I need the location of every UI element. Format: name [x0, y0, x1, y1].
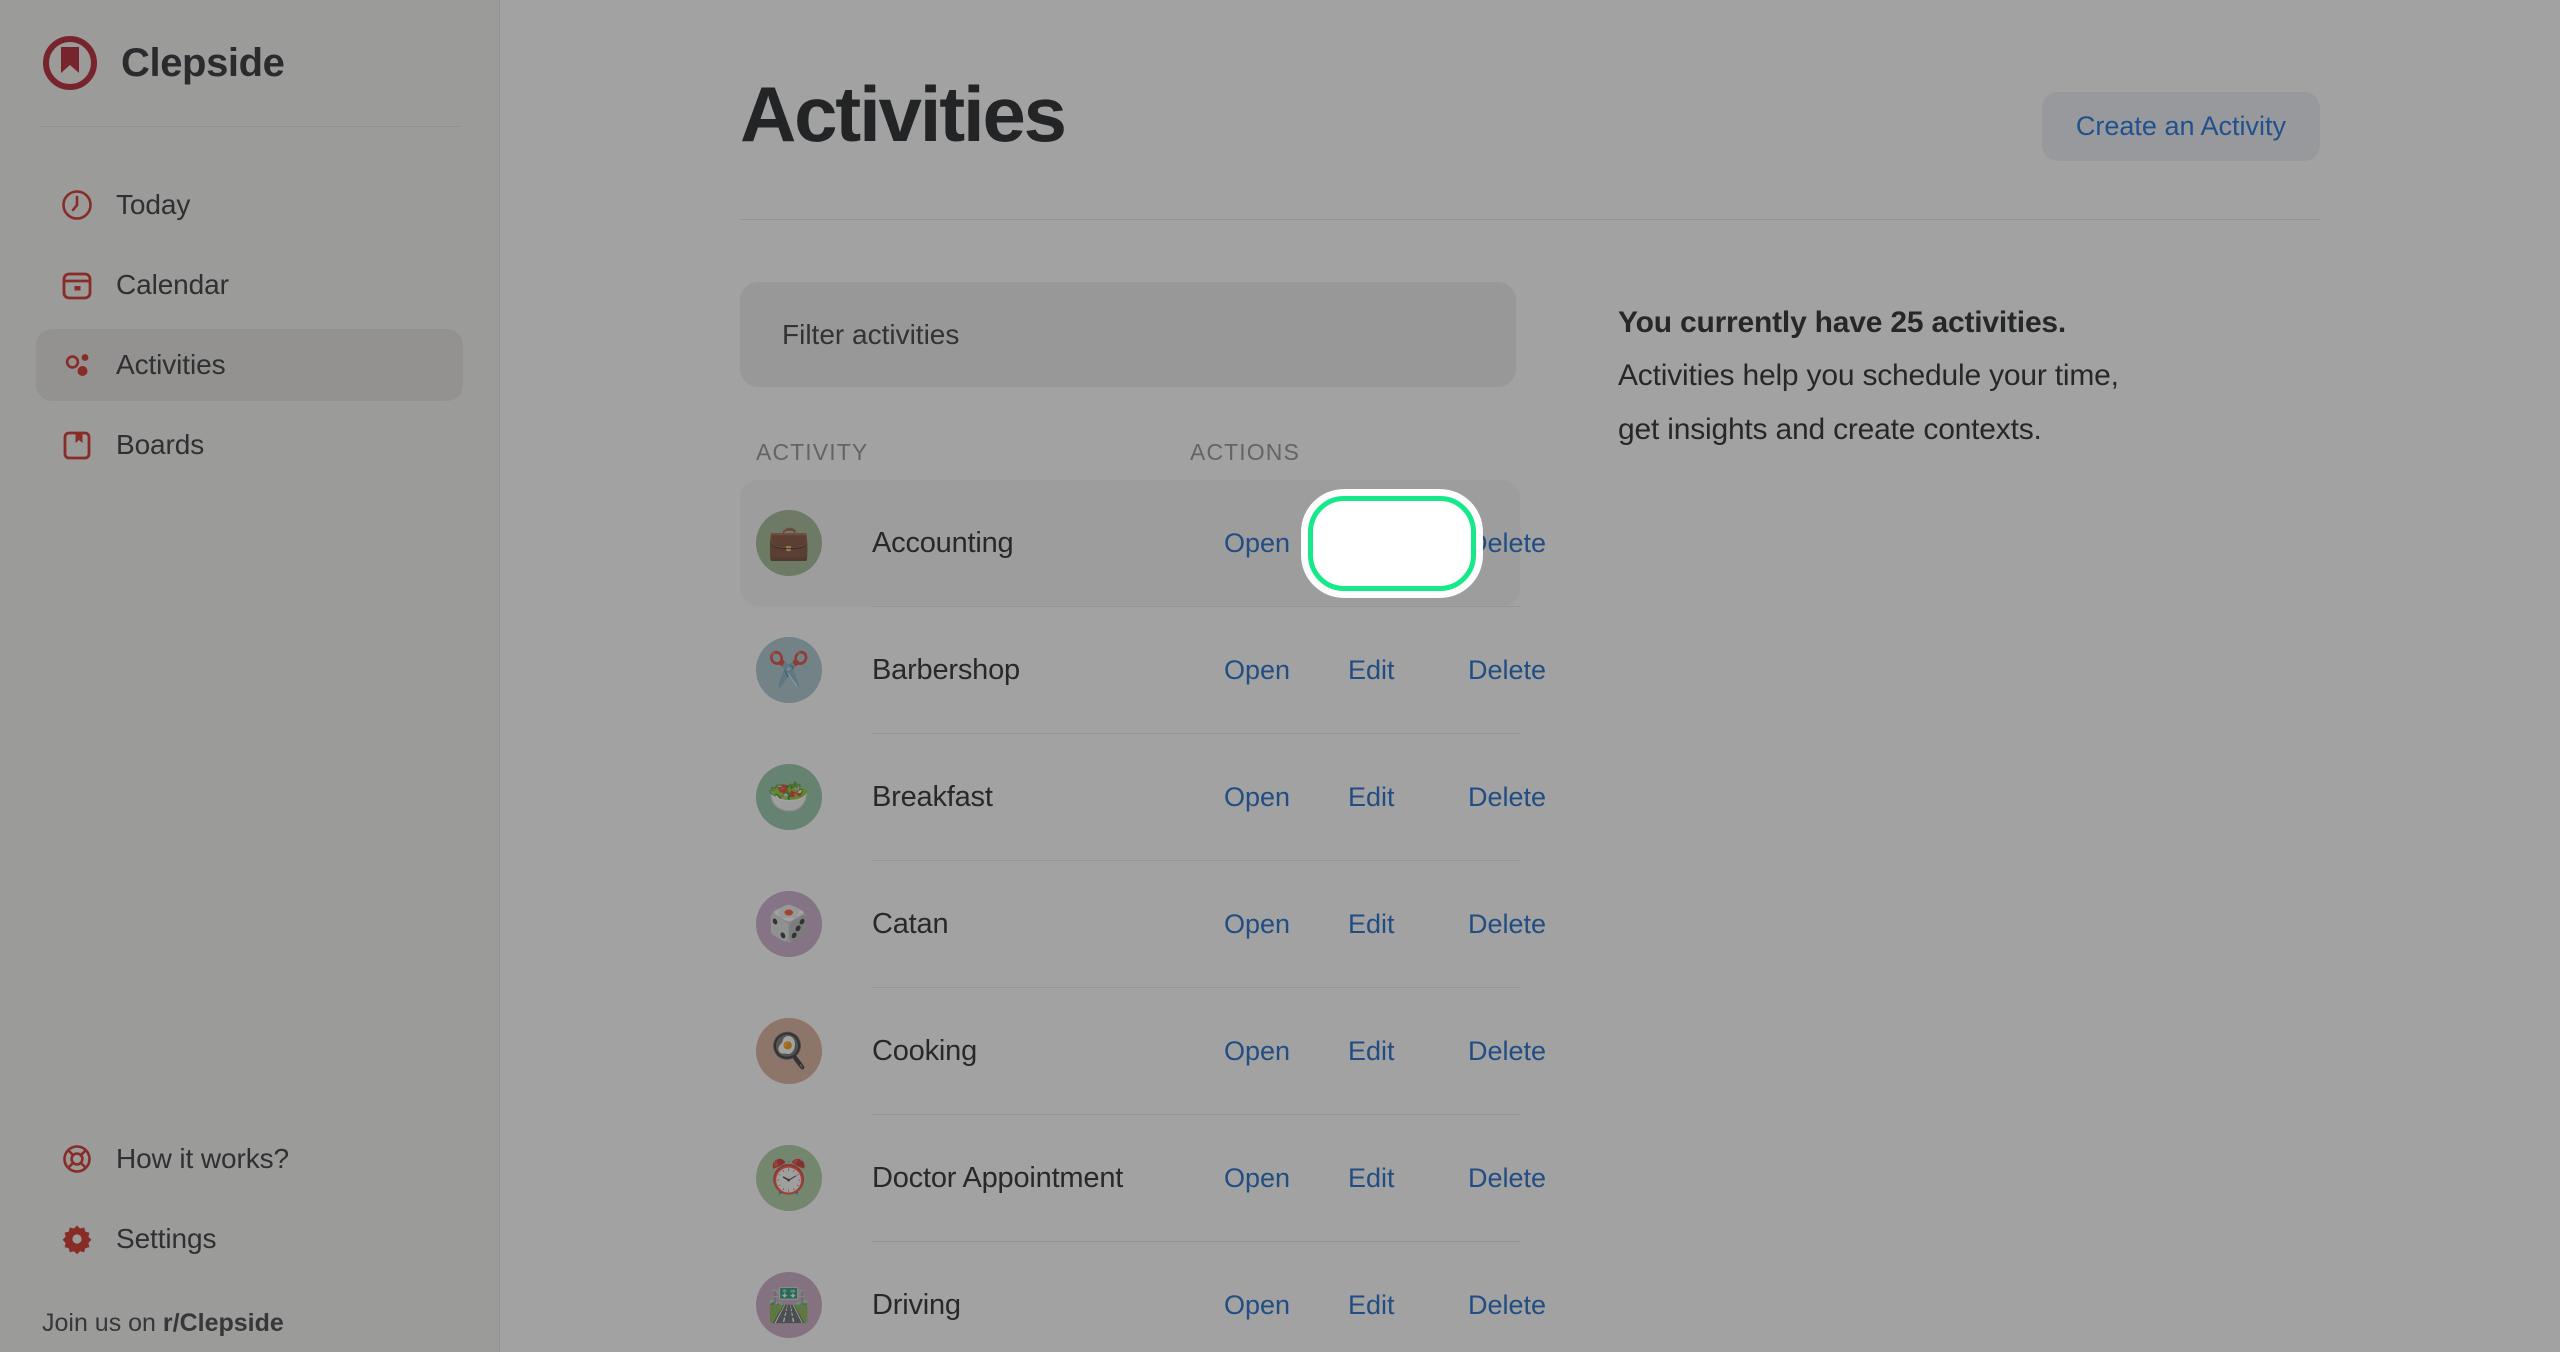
activity-name: Barbershop [872, 654, 1208, 687]
table-row[interactable]: 🛣️ Driving Open Edit Delete [740, 1242, 1520, 1352]
table-row[interactable]: 💼 Accounting Open Edit Delete [740, 480, 1520, 606]
gear-icon [60, 1222, 94, 1256]
activities-column: ACTIVITY ACTIONS 💼 Accounting Open Edit … [740, 282, 1520, 1352]
sidebar-item-label: Boards [116, 429, 204, 461]
info-text-line: Activities help you schedule your time, [1618, 349, 2560, 402]
info-text-line: get insights and create contexts. [1618, 403, 2560, 456]
brand-name: Clepside [121, 41, 285, 86]
row-actions: Open Edit Delete [1208, 899, 1592, 950]
edit-link[interactable]: Edit [1332, 518, 1452, 569]
sidebar-item-how-it-works[interactable]: How it works? [36, 1123, 463, 1195]
clepside-bookmark-logo-icon [42, 35, 98, 91]
board-bookmark-icon [60, 428, 94, 462]
scissors-icon: ✂️ [756, 637, 822, 703]
edit-link[interactable]: Edit [1332, 645, 1452, 696]
salad-icon: 🥗 [756, 764, 822, 830]
activity-count-text: You currently have 25 activities. [1618, 296, 2560, 349]
open-link[interactable]: Open [1208, 772, 1332, 823]
delete-link[interactable]: Delete [1452, 518, 1592, 569]
sidebar-item-settings[interactable]: Settings [36, 1203, 463, 1275]
delete-link[interactable]: Delete [1452, 1153, 1592, 1204]
table-header-row: ACTIVITY ACTIONS [740, 387, 1520, 466]
delete-link[interactable]: Delete [1452, 1026, 1592, 1077]
open-link[interactable]: Open [1208, 645, 1332, 696]
open-link[interactable]: Open [1208, 1026, 1332, 1077]
table-row[interactable]: ✂️ Barbershop Open Edit Delete [740, 607, 1520, 733]
page-title: Activities [740, 72, 1065, 158]
join-community-link[interactable]: Join us on r/Clepside [36, 1283, 463, 1338]
sidebar-divider [40, 126, 459, 127]
sidebar-item-boards[interactable]: Boards [36, 409, 463, 481]
edit-link[interactable]: Edit [1332, 899, 1452, 950]
sidebar-item-today[interactable]: Today [36, 169, 463, 241]
row-actions: Open Edit Delete [1208, 518, 1592, 569]
page-header: Activities Create an Activity [740, 0, 2560, 161]
activities-list: 💼 Accounting Open Edit Delete ✂️ [740, 480, 1520, 1352]
clock-icon [60, 188, 94, 222]
join-prefix: Join us on [42, 1309, 163, 1337]
filter-activities-input[interactable] [740, 282, 1516, 387]
sidebar-item-label: Settings [116, 1223, 216, 1255]
row-actions: Open Edit Delete [1208, 772, 1592, 823]
open-link[interactable]: Open [1208, 1280, 1332, 1331]
activity-name: Doctor Appointment [872, 1162, 1208, 1195]
sidebar: Clepside Today [0, 0, 500, 1352]
sidebar-footer: How it works? Settings Join us on r/Clep… [36, 1123, 463, 1352]
activity-name: Catan [872, 908, 1208, 941]
table-row[interactable]: 🥗 Breakfast Open Edit Delete [740, 734, 1520, 860]
briefcase-icon: 💼 [756, 510, 822, 576]
open-link[interactable]: Open [1208, 1153, 1332, 1204]
edit-link[interactable]: Edit [1332, 772, 1452, 823]
activity-name: Accounting [872, 527, 1208, 560]
open-link[interactable]: Open [1208, 518, 1332, 569]
activities-info-panel: You currently have 25 activities. Activi… [1520, 282, 2560, 1352]
edit-link[interactable]: Edit [1332, 1153, 1452, 1204]
join-subreddit: r/Clepside [163, 1309, 284, 1337]
activity-name: Driving [872, 1289, 1208, 1322]
delete-link[interactable]: Delete [1452, 1280, 1592, 1331]
row-actions: Open Edit Delete [1208, 1026, 1592, 1077]
column-header-activity: ACTIVITY [740, 439, 1190, 466]
brand: Clepside [36, 0, 463, 126]
sidebar-spacer [36, 481, 463, 1123]
row-actions: Open Edit Delete [1208, 1153, 1592, 1204]
alarm-clock-icon: ⏰ [756, 1145, 822, 1211]
activity-name: Cooking [872, 1035, 1208, 1068]
sidebar-item-label: Calendar [116, 269, 229, 301]
table-row[interactable]: ⏰ Doctor Appointment Open Edit Delete [740, 1115, 1520, 1241]
row-actions: Open Edit Delete [1208, 645, 1592, 696]
fried-egg-icon: 🍳 [756, 1018, 822, 1084]
create-activity-button[interactable]: Create an Activity [2042, 92, 2320, 161]
delete-link[interactable]: Delete [1452, 645, 1592, 696]
sidebar-item-label: How it works? [116, 1143, 289, 1175]
sidebar-item-activities[interactable]: Activities [36, 329, 463, 401]
lifebuoy-icon [60, 1142, 94, 1176]
column-header-actions: ACTIONS [1190, 439, 1520, 466]
delete-link[interactable]: Delete [1452, 899, 1592, 950]
sidebar-item-label: Activities [116, 349, 225, 381]
steering-wheel-icon: 🛣️ [756, 1272, 822, 1338]
row-actions: Open Edit Delete [1208, 1280, 1592, 1331]
delete-link[interactable]: Delete [1452, 772, 1592, 823]
app-root: Clepside Today [0, 0, 2560, 1352]
activity-name: Breakfast [872, 781, 1208, 814]
sidebar-item-calendar[interactable]: Calendar [36, 249, 463, 321]
edit-link[interactable]: Edit [1332, 1026, 1452, 1077]
main-content: Activities Create an Activity ACTIVITY A… [500, 0, 2560, 1352]
table-row[interactable]: 🎲 Catan Open Edit Delete [740, 861, 1520, 987]
dice-icon: 🎲 [756, 891, 822, 957]
activities-dots-icon [60, 348, 94, 382]
table-row[interactable]: 🍳 Cooking Open Edit Delete [740, 988, 1520, 1114]
open-link[interactable]: Open [1208, 899, 1332, 950]
sidebar-nav: Today Calendar [36, 169, 463, 481]
edit-link[interactable]: Edit [1332, 1280, 1452, 1331]
calendar-icon [60, 268, 94, 302]
sidebar-item-label: Today [116, 189, 190, 221]
